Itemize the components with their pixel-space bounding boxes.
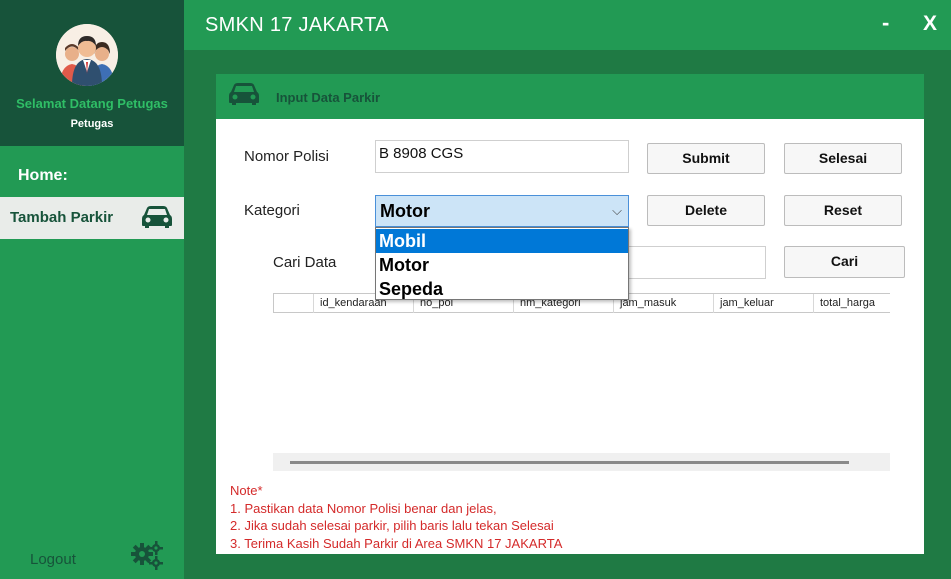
row-header-cell [274,294,314,313]
delete-button[interactable]: Delete [647,195,765,226]
car-icon [141,205,173,234]
sidebar-header: Selamat Datang Petugas Petugas [0,0,184,146]
column-header[interactable]: jam_masuk [614,294,714,313]
kategori-selected-value: Motor [380,201,430,221]
submit-button[interactable]: Submit [647,143,765,174]
panel-header: Input Data Parkir [216,74,924,119]
dropdown-option-motor[interactable]: Motor [376,253,628,277]
app-title: SMKN 17 JAKARTA [205,14,389,36]
parkir-table[interactable]: id_kendaraan no_pol nm_kategori jam_masu… [273,293,890,471]
car-icon [228,82,260,111]
notes: Note* 1. Pastikan data Nomor Polisi bena… [230,482,562,552]
scrollbar-thumb[interactable] [290,461,849,464]
sidebar-item-label: Tambah Parkir [10,209,114,226]
nomor-polisi-input[interactable]: B 8908 CGS [375,140,629,173]
sidebar-item-tambah-parkir[interactable]: Tambah Parkir [0,197,184,239]
nomor-polisi-value: B 8908 CGS [379,145,464,162]
horizontal-scrollbar[interactable] [273,453,890,471]
kategori-select[interactable]: Motor ⌵ [375,195,629,227]
note-line: 1. Pastikan data Nomor Polisi benar dan … [230,500,497,516]
column-header[interactable]: total_harga [814,294,891,313]
note-line: 3. Terima Kasih Sudah Parkir di Area SMK… [230,535,563,551]
note-line: 2. Jika sudah selesai parkir, pilih bari… [230,518,554,533]
logout-button[interactable]: Logout [30,551,76,568]
column-header[interactable]: jam_keluar [714,294,814,313]
home-link[interactable]: Home: [18,167,68,185]
welcome-text: Selamat Datang Petugas [16,96,168,111]
cari-button[interactable]: Cari [784,246,905,278]
people-avatar-icon [56,24,118,86]
close-button[interactable]: X [923,12,937,36]
gears-icon[interactable] [131,540,163,575]
sidebar: Selamat Datang Petugas Petugas Home: Tam… [0,0,184,579]
titlebar: SMKN 17 JAKARTA - X [184,0,951,50]
selesai-button[interactable]: Selesai [784,143,902,174]
note-title: Note* [230,483,263,498]
user-role: Petugas [70,118,114,130]
dropdown-option-sepeda[interactable]: Sepeda [376,277,628,301]
dropdown-option-mobil[interactable]: Mobil [376,229,628,253]
kategori-label: Kategori [244,202,300,219]
minimize-button[interactable]: - [882,10,889,36]
nomor-polisi-label: Nomor Polisi [244,148,330,165]
panel-title: Input Data Parkir [276,90,381,105]
reset-button[interactable]: Reset [784,195,902,226]
kategori-dropdown-list[interactable]: Mobil Motor Sepeda [375,227,629,300]
cari-data-label: Cari Data [273,254,337,271]
chevron-down-icon: ⌵ [612,203,622,218]
cari-data-input[interactable] [625,246,766,279]
